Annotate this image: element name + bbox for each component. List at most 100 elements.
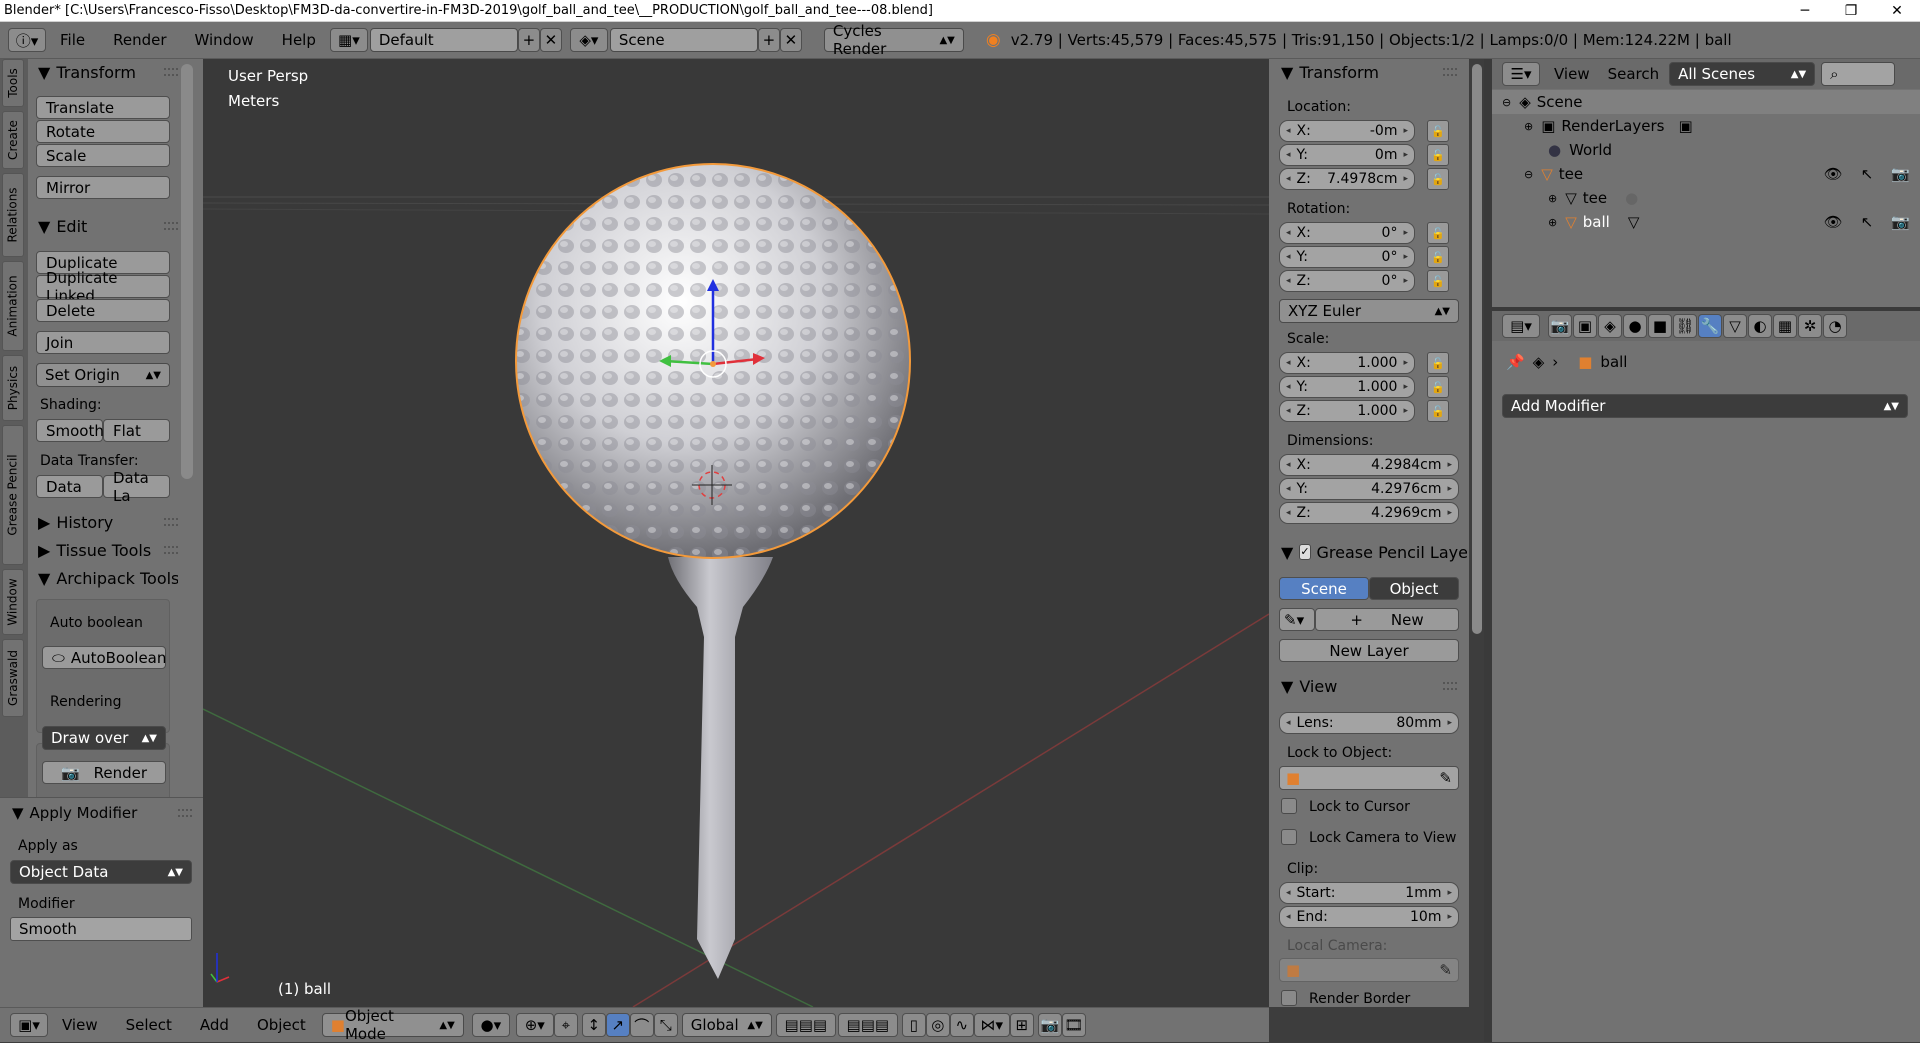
flat-shading-button[interactable]: Flat	[103, 419, 170, 442]
render-engine-dropdown[interactable]: Cycles Render ▲▼	[823, 22, 964, 58]
modifier-name-field[interactable]: Smooth	[10, 917, 192, 941]
data-transfer-layout-button[interactable]: Data La	[103, 469, 170, 505]
outliner-row-world[interactable]: ● World	[1492, 138, 1920, 162]
properties-scrollbar[interactable]	[1472, 64, 1482, 634]
tab-create[interactable]: Create	[2, 111, 24, 169]
rotation-y-field[interactable]: ◂ Y: 0° ▸	[1279, 246, 1415, 268]
gp-pencil-icon[interactable]: ✎▾	[1279, 608, 1315, 631]
outliner-row-tee-mesh[interactable]: ⊕ ▽ tee ●	[1492, 186, 1920, 210]
editor-type-info-icon[interactable]: ⓘ▾	[8, 28, 46, 52]
dimensions-y-field[interactable]: ◂ Y: 4.2976cm ▸	[1279, 478, 1459, 500]
outliner-search-input[interactable]: ⌕	[1821, 62, 1896, 86]
apply-as-dropdown[interactable]: Object Data ▲▼	[10, 860, 192, 884]
mode-dropdown[interactable]: ■ Object Mode ▲▼	[321, 1007, 464, 1043]
tab-tools[interactable]: Tools	[2, 59, 24, 107]
gp-object-tab[interactable]: Object	[1369, 577, 1459, 600]
lock-object-field[interactable]: ■ ✎	[1279, 766, 1459, 790]
edit-section-header[interactable]: ▼ Edit	[38, 215, 178, 237]
render-layers-tab-icon[interactable]: ▣	[1573, 314, 1597, 338]
object-tab-icon[interactable]: ■	[1648, 314, 1672, 338]
tab-physics[interactable]: Physics	[2, 355, 24, 421]
scale-button[interactable]: Scale	[36, 144, 170, 167]
location-x-field[interactable]: ◂ X: -0m ▸	[1279, 120, 1415, 142]
transform-section-header[interactable]: ▼ Transform	[38, 61, 178, 83]
smooth-shading-button[interactable]: Smooth	[36, 419, 104, 442]
world-tab-icon[interactable]: ●	[1623, 314, 1647, 338]
outliner-row-ball[interactable]: ⊕ ▽ ball ▽ 👁 ↖ 📷	[1492, 210, 1920, 234]
lock-location-z-icon[interactable]: 🔓	[1427, 168, 1449, 190]
menu-render[interactable]: Render	[99, 31, 180, 49]
editor-type-3dview-icon[interactable]: ▣▾	[10, 1013, 48, 1037]
layout-field[interactable]: Default	[369, 28, 518, 52]
lock-rotation-z-icon[interactable]: 🔓	[1427, 270, 1449, 292]
close-button[interactable]: ✕	[1874, 3, 1920, 19]
remove-scene-icon[interactable]: ✕	[779, 28, 802, 52]
history-section-header[interactable]: ▶ History	[38, 511, 178, 533]
lock-scale-x-icon[interactable]: 🔓	[1427, 352, 1449, 374]
display-mode-dropdown[interactable]: All Scenes ▲▼	[1669, 62, 1816, 86]
menu-help[interactable]: Help	[268, 31, 330, 49]
tissue-tools-section-header[interactable]: ▶ Tissue Tools	[38, 539, 178, 561]
scale-manipulator-icon[interactable]: ⤡	[653, 1013, 678, 1037]
menu-window[interactable]: Window	[181, 31, 268, 49]
translate-button[interactable]: Translate	[36, 96, 170, 119]
render-border-checkbox[interactable]	[1281, 990, 1297, 1006]
pivot-point-icon[interactable]: ⊕▾	[515, 1013, 554, 1037]
outliner-row-scene[interactable]: ⊖ ◈ Scene	[1492, 90, 1920, 114]
grease-pencil-layer-checkbox[interactable]: ✓	[1299, 544, 1311, 560]
render-button[interactable]: 📷 Render	[42, 761, 166, 784]
particles-tab-icon[interactable]: ✲	[1798, 314, 1822, 338]
tee-object[interactable]	[668, 557, 773, 979]
add-modifier-dropdown[interactable]: Add Modifier ▲▼	[1502, 394, 1908, 418]
render-still-icon[interactable]: 📷	[1037, 1013, 1062, 1037]
camera-icon[interactable]: 📷	[1891, 165, 1910, 183]
menu-add[interactable]: Add	[186, 1016, 243, 1034]
scene-tab-icon[interactable]: ◈	[1598, 314, 1622, 338]
outliner-row-renderlayers[interactable]: ⊕ ▣ RenderLayers ▣	[1492, 114, 1920, 138]
eye-icon[interactable]: 👁	[1824, 165, 1843, 183]
tab-grease-pencil[interactable]: Grease Pencil	[2, 425, 24, 565]
rotation-z-field[interactable]: ◂ Z: 0° ▸	[1279, 270, 1415, 292]
archipack-section-header[interactable]: ▼ Archipack Tools	[38, 567, 178, 589]
camera-icon[interactable]: 📷	[1891, 213, 1910, 231]
tab-window[interactable]: Window	[2, 569, 24, 635]
outliner-menu-view[interactable]: View	[1540, 65, 1604, 83]
tab-relations[interactable]: Relations	[2, 173, 24, 257]
rotation-x-field[interactable]: ◂ X: 0° ▸	[1279, 222, 1415, 244]
cursor-icon[interactable]: ↖	[1861, 213, 1874, 231]
texture-tab-icon[interactable]: ▦	[1773, 314, 1797, 338]
lock-camera-checkbox[interactable]	[1281, 829, 1297, 845]
draw-over-dropdown[interactable]: Draw over ▲▼	[42, 726, 166, 750]
scene-icon[interactable]: ◈▾	[569, 28, 608, 52]
grease-pencil-layer-header[interactable]: ▼ ✓ Grease Pencil Layer	[1281, 541, 1467, 563]
gp-scene-tab[interactable]: Scene	[1279, 577, 1369, 600]
lock-location-x-icon[interactable]: 🔓	[1427, 120, 1449, 142]
delete-button[interactable]: Delete	[36, 299, 170, 322]
join-button[interactable]: Join	[36, 331, 170, 354]
translate-manipulator-icon[interactable]: ↕	[581, 1013, 606, 1037]
menu-file[interactable]: File	[46, 31, 99, 49]
clip-start-field[interactable]: ◂ Start: 1mm ▸	[1279, 882, 1459, 904]
rotate-button[interactable]: Rotate	[36, 120, 170, 143]
tab-graswald[interactable]: Graswald	[2, 639, 24, 717]
material-tab-icon[interactable]: ◐	[1748, 314, 1772, 338]
proportional-edit-icon[interactable]: ◎	[925, 1013, 950, 1037]
3d-viewport[interactable]: User Persp Meters (1) ball	[203, 59, 1269, 1007]
set-origin-dropdown[interactable]: Set Origin ▲▼	[36, 363, 170, 387]
snap-element-icon[interactable]: ⋈▾	[973, 1013, 1010, 1037]
snap-target-icon[interactable]: ⊞	[1009, 1013, 1034, 1037]
outliner-menu-search[interactable]: Search	[1604, 65, 1664, 83]
scale-z-field[interactable]: ◂ Z: 1.000 ▸	[1279, 400, 1415, 422]
manipulator-toggle-icon[interactable]: ⌖	[553, 1013, 578, 1037]
rotate-manipulator-icon[interactable]: ↗	[605, 1013, 630, 1037]
menu-select[interactable]: Select	[112, 1016, 186, 1034]
lock-scale-z-icon[interactable]: 🔓	[1427, 400, 1449, 422]
mirror-button[interactable]: Mirror	[36, 176, 170, 199]
lock-scale-y-icon[interactable]: 🔓	[1427, 376, 1449, 398]
snap-icon[interactable]: ∿	[949, 1013, 974, 1037]
remove-layout-icon[interactable]: ✕	[539, 28, 562, 52]
lock-rotation-y-icon[interactable]: 🔓	[1427, 246, 1449, 268]
physics-tab-icon[interactable]: ◔	[1823, 314, 1847, 338]
gp-new-layer-button[interactable]: New Layer	[1279, 639, 1459, 662]
duplicate-linked-button[interactable]: Duplicate Linked	[36, 269, 170, 305]
